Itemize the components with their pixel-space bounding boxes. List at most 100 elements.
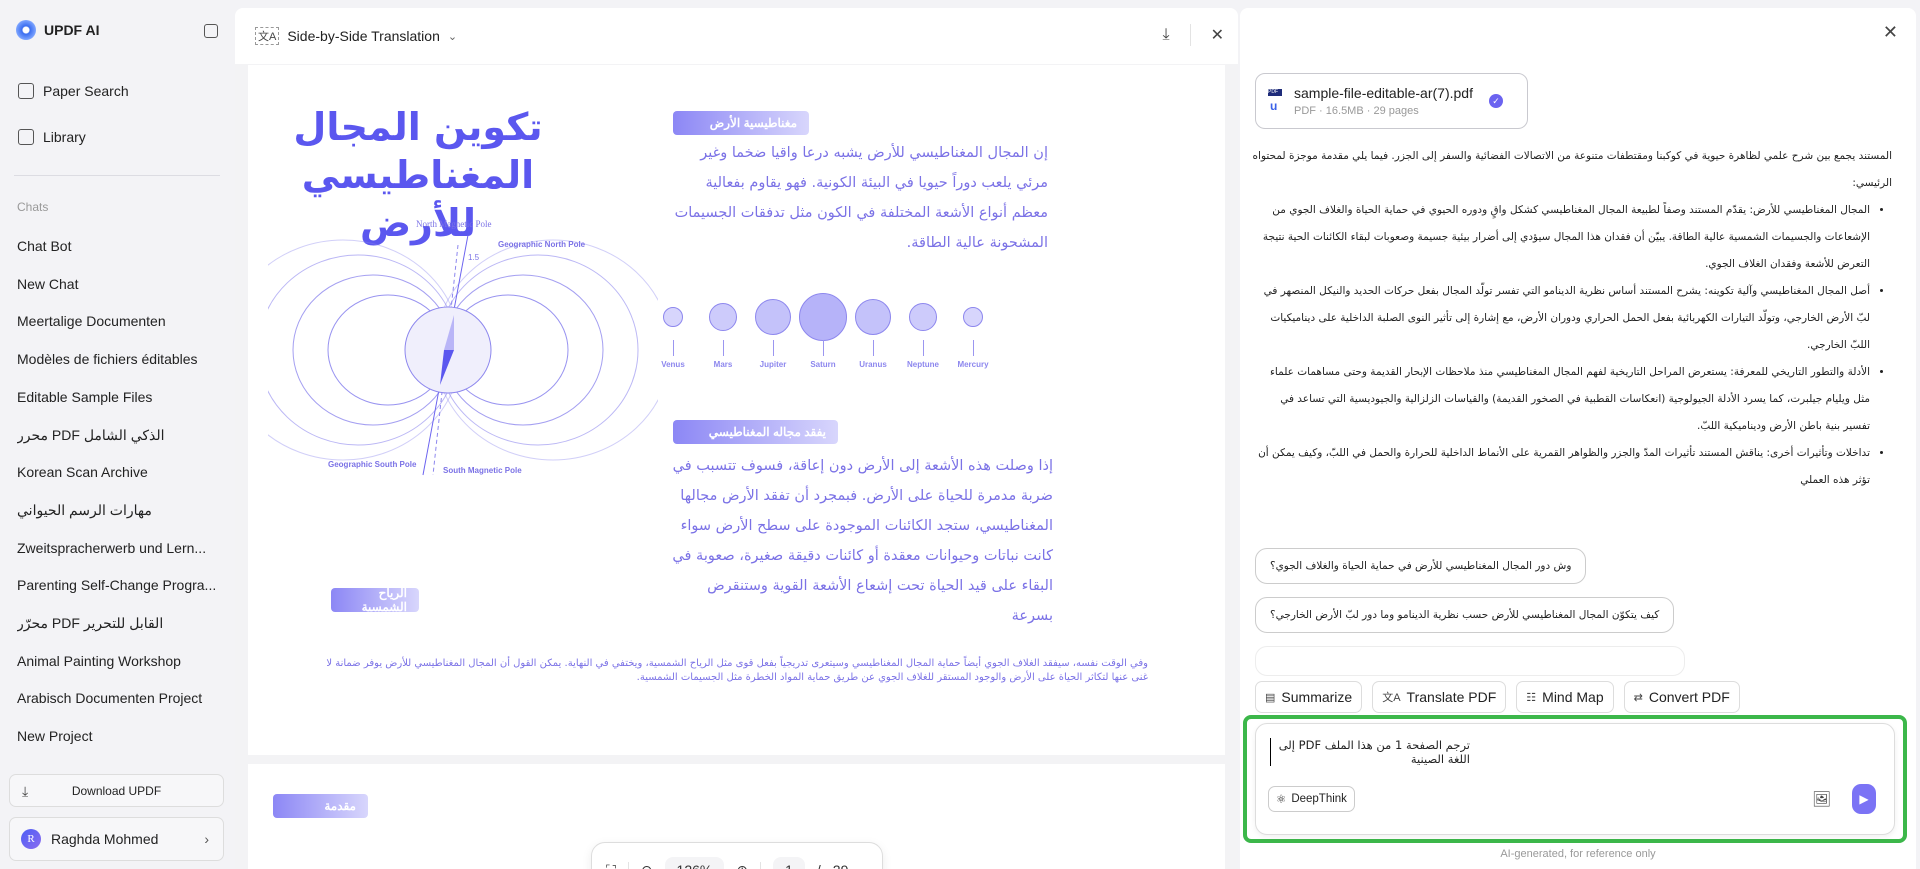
download-label: Download UPDF [71,783,162,798]
convert-pdf-button[interactable]: ⇄ Convert PDF [1623,681,1740,713]
avatar: R [21,829,41,849]
action-label: Mind Map [1542,689,1604,705]
zoom-out-icon[interactable]: ⊖ [641,862,653,869]
planet-label: Mercury [957,360,989,369]
section-tag: يفقد مجاله المغناطيسي [673,420,838,444]
chat-item[interactable]: Modèles de fichiers éditables [17,351,217,367]
add-image-icon[interactable]: 🖼 [1812,790,1831,808]
translate-icon: 文A [255,27,280,45]
collapse-sidebar-icon[interactable] [204,24,218,38]
chat-item[interactable]: Zweitspracherwerb und Lern... [17,540,217,556]
planet-uranus [855,299,891,335]
page-total: 29 [833,862,849,869]
divider [1189,24,1191,46]
suggestion-chip-faded[interactable] [1255,646,1685,676]
disclaimer: AI-generated, for reference only [1500,848,1656,860]
planet-tick [873,340,874,356]
divider [14,175,220,176]
zoom-toolbar: ⛶ ⊖ 126% ⊕ 1 / 29 [591,842,883,869]
chat-item[interactable]: Parenting Self-Change Progra... [17,577,217,593]
chat-item[interactable]: محرّر PDF القابل للتحرير [17,615,217,632]
translate-icon: 文A [1382,692,1401,704]
section-tag: الرياح الشمسية [331,586,419,614]
geo-south-label: Geographic South Pole [328,460,417,469]
file-card[interactable]: PDF u sample-file-editable-ar(7).pdf PDF ·… [1255,73,1528,129]
response-bullet: الأدلة والتطور التاريخي للمعرفة: يستعرض … [1252,359,1870,440]
mind-map-icon: ☷ [1526,691,1537,704]
chat-item[interactable]: Meertalige Documenten [17,313,217,329]
magnetic-field-diagram: North Magnetic Pole Geographic North Pol… [268,219,658,476]
translate-pdf-button[interactable]: 文A Translate PDF [1372,681,1507,713]
pdf-file-icon: PDF u [1268,87,1284,115]
chat-item[interactable]: New Chat [17,276,217,292]
section-tag: مقدمة [273,794,368,818]
send-icon: ▶ [1859,792,1869,806]
section-tag: مغناطيسية الأرض [673,111,809,135]
deepthink-toggle[interactable]: ⚛ DeepThink [1268,786,1355,812]
panel-title[interactable]: Side-by-Side Translation [287,28,440,44]
library-icon [18,129,34,145]
user-name: Raghda Mohmed [51,831,159,847]
chat-input[interactable]: ترجم الصفحة 1 من هذا الملف PDF إلى اللغة… [1270,738,1470,766]
response-bullet: أصل المجال المغناطيسي وآلية تكوينه: يشرح… [1252,278,1870,359]
title-line: تكوين المجال [293,105,543,149]
pdf-viewer[interactable]: تكوين المجال المغناطيسي للأرض North Magne… [235,64,1238,869]
summarize-button[interactable]: ▤ Summarize [1255,681,1363,713]
north-magnetic-label: North Magnetic Pole [416,219,492,229]
chat-item[interactable]: Chat Bot [17,238,217,254]
planet-mercury [963,307,983,327]
pdf-page: تكوين المجال المغناطيسي للأرض North Magne… [248,65,1225,755]
page-separator: / [817,862,821,869]
send-button[interactable]: ▶ [1852,784,1876,814]
sidebar: UPDF AI Paper Search Library Chats Chat … [0,0,232,869]
action-label: Translate PDF [1406,689,1497,705]
bottom-paragraph: وفي الوقت نفسه، سيفقد الغلاف الجوي أيضاً… [326,658,1148,683]
section-paragraph: إذا وصلت هذه الأشعة إلى الأرض دون إعاقة،… [672,458,1053,624]
planet-tick [773,340,774,356]
response-bullet: المجال المغناطيسي للأرض: يقدّم المستند و… [1252,197,1870,278]
mind-map-button[interactable]: ☷ Mind Map [1516,681,1614,713]
chat-item[interactable]: Arabisch Documenten Project [17,690,217,706]
user-account-button[interactable]: R Raghda Mohmed › [9,817,224,861]
suggestion-chip[interactable]: كيف يتكوّن المجال المغناطيسي للأرض حسب ن… [1255,597,1675,633]
page-number-input[interactable]: 1 [773,857,805,869]
translation-panel: 文A Side-by-Side Translation ⌄ ⤓ ✕ تكوين ا… [235,8,1238,869]
planet-tick [973,340,974,356]
suggestion-chip[interactable]: وش دور المجال المغناطيسي للأرض في حماية … [1255,548,1587,584]
planet-tick [673,340,674,356]
download-updf-button[interactable]: ⤓ Download UPDF [9,774,224,807]
app-logo: UPDF AI [16,20,99,40]
chat-item[interactable]: Animal Painting Workshop [17,653,217,669]
quick-actions: ▤ Summarize 文A Translate PDF ☷ Mind Map ⇄ Co… [1255,681,1740,713]
panel-header: 文A Side-by-Side Translation ⌄ [235,8,1238,64]
chat-item[interactable]: Korean Scan Archive [17,464,217,480]
chat-item[interactable]: Editable Sample Files [17,389,217,405]
divider [760,862,762,869]
chat-item[interactable]: New Project [17,728,217,744]
download-icon: ⤓ [22,783,29,799]
app-name: UPDF AI [44,22,100,38]
chat-panel: ✕ PDF u sample-file-editable-ar(7).pdf PDF… [1240,8,1916,869]
file-meta: PDF · 16.5MB · 29 pages [1294,105,1419,117]
geo-north-label: Geographic North Pole [498,240,586,249]
chat-item[interactable]: محرر PDF الذكي الشامل [17,427,217,444]
nav-library[interactable]: Library [18,129,86,145]
divider [627,862,629,869]
zoom-level[interactable]: 126% [664,857,725,869]
planet-mars [709,303,737,331]
response-bullet: تداخلات وتأثيرات أخرى: يناقش المستند تأث… [1252,440,1870,494]
updf-logo-icon [16,20,36,40]
zoom-in-icon[interactable]: ⊕ [736,862,748,869]
chevron-down-icon[interactable]: ⌄ [448,30,457,43]
close-icon[interactable]: ✕ [1211,25,1224,45]
nav-paper-search[interactable]: Paper Search [18,83,129,99]
chat-input-box[interactable]: ترجم الصفحة 1 من هذا الملف PDF إلى اللغة… [1255,723,1895,835]
nav-label: Paper Search [43,83,129,99]
section-paragraph: إن المجال المغناطيسي للأرض يشبه درعا واق… [674,145,1048,251]
chat-item[interactable]: مهارات الرسم الحيواني [17,502,217,519]
planet-saturn [799,293,847,341]
close-icon[interactable]: ✕ [1883,22,1898,43]
planet-tick [823,340,824,356]
fit-page-icon[interactable]: ⛶ [606,862,616,869]
download-icon[interactable]: ⤓ [1163,26,1170,44]
